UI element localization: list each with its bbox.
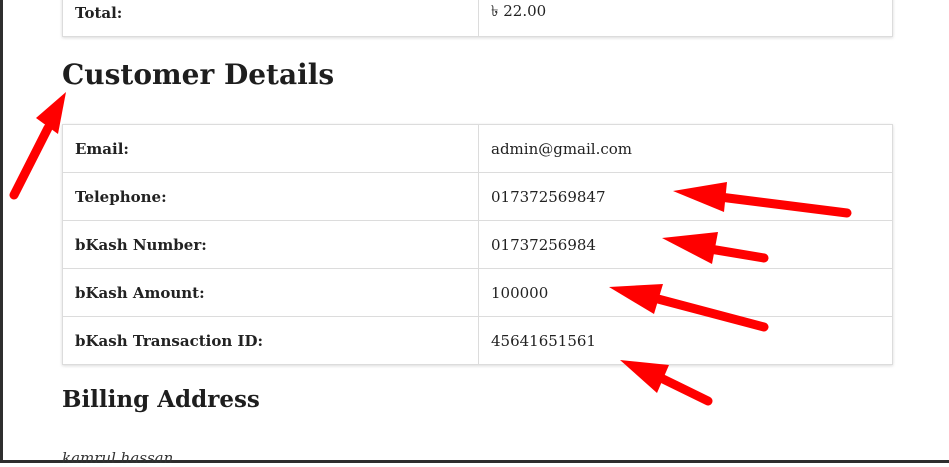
customer-details-table: Email: admin@gmail.com Telephone: 017372… (62, 124, 893, 365)
order-totals-table: Total: ৳ 22.00 (62, 0, 893, 37)
email-label: Email: (62, 124, 479, 173)
customer-details-heading: Customer Details (62, 58, 335, 91)
telephone-value: 017372569847 (478, 172, 893, 221)
table-row-telephone: Telephone: 017372569847 (62, 172, 893, 221)
arrow-transaction-id-annotation (620, 360, 713, 406)
table-row-bkash-number: bKash Number: 01737256984 (62, 220, 893, 269)
bkash-amount-value: 100000 (478, 268, 893, 317)
bkash-number-value: 01737256984 (478, 220, 893, 269)
billing-name: kamrul hassan (62, 449, 174, 467)
total-label: Total: (62, 0, 479, 37)
bkash-amount-label: bKash Amount: (62, 268, 479, 317)
total-value: ৳ 22.00 (478, 0, 893, 37)
billing-address-heading: Billing Address (62, 386, 260, 413)
bkash-transaction-id-label: bKash Transaction ID: (62, 316, 479, 365)
bkash-number-label: bKash Number: (62, 220, 479, 269)
table-row-bkash-transaction-id: bKash Transaction ID: 45641651561 (62, 316, 893, 365)
telephone-label: Telephone: (62, 172, 479, 221)
table-row-bkash-amount: bKash Amount: 100000 (62, 268, 893, 317)
table-row-total: Total: ৳ 22.00 (62, 0, 893, 37)
email-value: admin@gmail.com (478, 124, 893, 173)
window-left-border (0, 0, 3, 463)
bkash-transaction-id-value: 45641651561 (478, 316, 893, 365)
arrow-heading-annotation (9, 92, 66, 200)
table-row-email: Email: admin@gmail.com (62, 124, 893, 173)
